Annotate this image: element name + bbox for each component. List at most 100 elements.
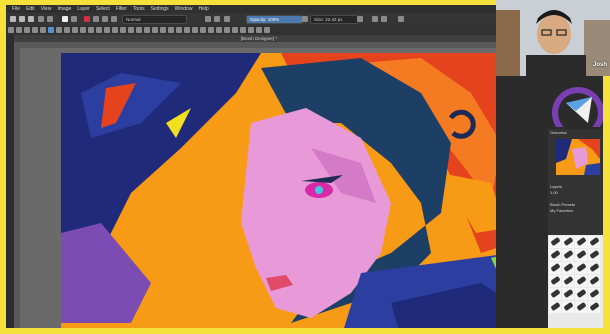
layer-opacity-value[interactable]: 1.00 xyxy=(548,190,603,196)
menu-layer[interactable]: Layer xyxy=(77,5,90,13)
rect-select-icon[interactable] xyxy=(192,27,198,33)
redo-icon[interactable] xyxy=(47,16,53,22)
brush-preset[interactable] xyxy=(575,288,587,300)
blend-mode-select[interactable]: Normal xyxy=(122,15,187,24)
edit-shapes-icon[interactable] xyxy=(32,27,38,33)
new-document-icon[interactable] xyxy=(10,16,16,22)
polygon-select-icon[interactable] xyxy=(208,27,214,33)
colorize-mask-icon[interactable] xyxy=(152,27,158,33)
brush-preset[interactable] xyxy=(549,275,561,287)
fill-gradient-icon[interactable] xyxy=(62,16,68,22)
brush-settings-icon[interactable] xyxy=(111,16,117,22)
brush-preset[interactable] xyxy=(562,236,574,248)
brush-preset[interactable] xyxy=(588,249,600,261)
ellipse-tool-icon[interactable] xyxy=(72,27,78,33)
brush-preset[interactable] xyxy=(575,301,587,313)
size-slider[interactable]: Size: 22.42 px xyxy=(310,15,359,24)
measure-tool-icon[interactable] xyxy=(176,27,182,33)
brush-preset[interactable] xyxy=(588,275,600,287)
polygon-tool-icon[interactable] xyxy=(80,27,86,33)
freehand-brush-icon[interactable] xyxy=(48,27,54,33)
artwork-canvas[interactable] xyxy=(61,53,512,328)
pan-tool-icon[interactable] xyxy=(264,27,270,33)
crop-tool-icon[interactable] xyxy=(128,27,134,33)
menu-filter[interactable]: Filter xyxy=(116,5,127,13)
brush-preset-icon[interactable] xyxy=(93,16,99,22)
menu-settings[interactable]: Settings xyxy=(151,5,169,13)
brush-preset[interactable] xyxy=(575,262,587,274)
wrap-around-icon[interactable] xyxy=(398,16,404,22)
menu-file[interactable]: File xyxy=(12,5,20,13)
menu-select[interactable]: Select xyxy=(96,5,110,13)
brush-preset[interactable] xyxy=(549,288,561,300)
overview-thumbnail[interactable] xyxy=(556,139,600,175)
brush-preset[interactable] xyxy=(562,249,574,261)
mirror-horizontal-icon[interactable] xyxy=(372,16,378,22)
fill-pattern-icon[interactable] xyxy=(71,16,77,22)
rectangle-tool-icon[interactable] xyxy=(64,27,70,33)
gradient-tool-icon[interactable] xyxy=(136,27,142,33)
bezier-select-icon[interactable] xyxy=(240,27,246,33)
advanced-color-selector[interactable] xyxy=(548,75,603,127)
dynamic-brush-icon[interactable] xyxy=(112,27,118,33)
reload-preset-icon[interactable] xyxy=(214,16,220,22)
text-tool-icon[interactable] xyxy=(24,27,30,33)
contiguous-select-icon[interactable] xyxy=(224,27,230,33)
menu-tools[interactable]: Tools xyxy=(133,5,145,13)
brush-preset[interactable] xyxy=(588,301,600,313)
calligraphy-icon[interactable] xyxy=(40,27,46,33)
save-icon[interactable] xyxy=(28,16,34,22)
magnetic-select-icon[interactable] xyxy=(248,27,254,33)
brush-preset[interactable] xyxy=(575,275,587,287)
line-tool-icon[interactable] xyxy=(56,27,62,33)
brush-preset[interactable] xyxy=(562,275,574,287)
move-tool-icon[interactable] xyxy=(16,27,22,33)
similar-select-icon[interactable] xyxy=(232,27,238,33)
brush-preset[interactable] xyxy=(549,249,561,261)
multibrush-icon[interactable] xyxy=(120,27,126,33)
tag-select[interactable]: My Favorites xyxy=(548,208,603,214)
transform-tool-icon[interactable] xyxy=(8,27,14,33)
size-step-icon[interactable] xyxy=(357,16,363,22)
menu-view[interactable]: View xyxy=(41,5,52,13)
brush-preset[interactable] xyxy=(575,249,587,261)
menu-edit[interactable]: Edit xyxy=(26,5,35,13)
brush-preset[interactable] xyxy=(588,288,600,300)
menu-help[interactable]: Help xyxy=(198,5,208,13)
freehand-path-icon[interactable] xyxy=(104,27,110,33)
brush-tip-icon xyxy=(589,275,600,286)
preserve-alpha-icon[interactable] xyxy=(224,16,230,22)
mirror-vertical-icon[interactable] xyxy=(381,16,387,22)
brush-preset[interactable] xyxy=(562,262,574,274)
canvas-area[interactable]: [Brush Designer] * xyxy=(14,35,512,328)
menu-image[interactable]: Image xyxy=(57,5,71,13)
brush-preset[interactable] xyxy=(562,301,574,313)
alpha-lock-icon[interactable] xyxy=(102,16,108,22)
brush-tip-icon xyxy=(576,301,587,312)
undo-icon[interactable] xyxy=(38,16,44,22)
foreground-color-icon[interactable] xyxy=(84,16,90,22)
polyline-tool-icon[interactable] xyxy=(88,27,94,33)
bezier-tool-icon[interactable] xyxy=(96,27,102,33)
smart-patch-icon[interactable] xyxy=(160,27,166,33)
freehand-select-icon[interactable] xyxy=(216,27,222,33)
fill-tool-icon[interactable] xyxy=(144,27,150,33)
brush-preset[interactable] xyxy=(549,236,561,248)
brush-preset[interactable] xyxy=(588,236,600,248)
brush-preset[interactable] xyxy=(562,288,574,300)
ellipse-select-icon[interactable] xyxy=(200,27,206,33)
eraser-icon[interactable] xyxy=(205,16,211,22)
opacity-step-icon[interactable] xyxy=(302,16,308,22)
assistant-tool-icon[interactable] xyxy=(168,27,174,33)
opacity-slider[interactable]: Opacity: 100% xyxy=(246,15,303,24)
reference-tool-icon[interactable] xyxy=(184,27,190,33)
brush-preset[interactable] xyxy=(575,236,587,248)
brush-preset[interactable] xyxy=(549,301,561,313)
color-wheel[interactable] xyxy=(548,75,603,127)
zoom-tool-icon[interactable] xyxy=(256,27,262,33)
menu-window[interactable]: Window xyxy=(175,5,193,13)
document-tab[interactable]: [Brush Designer] * xyxy=(14,35,504,42)
brush-preset[interactable] xyxy=(549,262,561,274)
open-document-icon[interactable] xyxy=(19,16,25,22)
brush-preset[interactable] xyxy=(588,262,600,274)
